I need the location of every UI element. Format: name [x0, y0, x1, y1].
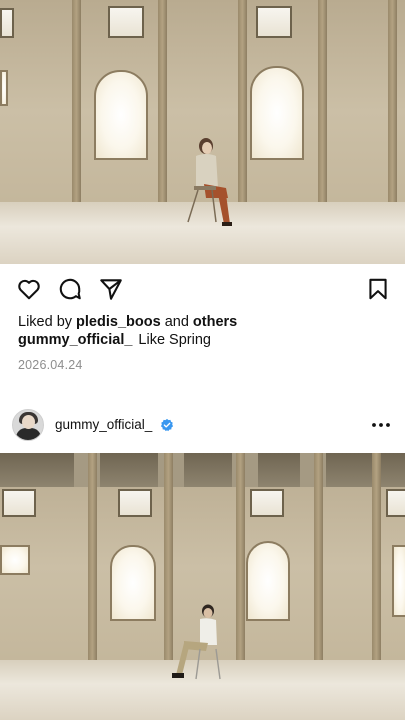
- photo-window: [0, 545, 30, 575]
- post-date: 2026.04.24: [18, 358, 83, 372]
- photo-window: [256, 6, 292, 38]
- photo-window: [0, 8, 14, 38]
- photo-window: [0, 70, 8, 106]
- comment-icon[interactable]: [57, 276, 83, 302]
- photo-pillar: [314, 453, 323, 660]
- photo-window: [118, 489, 152, 517]
- photo-pillar: [72, 0, 81, 202]
- avatar[interactable]: [12, 409, 44, 441]
- photo-window: [250, 66, 304, 160]
- post-photo-bottom[interactable]: [0, 453, 405, 720]
- photo-window: [250, 489, 284, 517]
- photo-window: [246, 541, 290, 621]
- post-caption: gummy_official_ Like Spring: [18, 332, 211, 348]
- post-photo-top[interactable]: [0, 0, 405, 264]
- caption-text: Like Spring: [138, 332, 211, 348]
- photo-ceiling-beam: [0, 453, 405, 487]
- send-icon[interactable]: [98, 276, 124, 302]
- post-action-bar: [0, 264, 405, 312]
- more-options-icon[interactable]: [369, 413, 393, 437]
- liked-and: and: [164, 314, 189, 330]
- seated-person: [172, 604, 221, 680]
- post-header: gummy_official_: [0, 400, 405, 450]
- photo-pillar: [236, 453, 245, 660]
- liked-prefix: Liked by: [18, 314, 73, 330]
- photo-window: [108, 6, 144, 38]
- photo-pillar: [388, 0, 397, 202]
- photo-pillar: [318, 0, 327, 202]
- photo-pillar: [88, 453, 97, 660]
- heart-icon[interactable]: [16, 276, 42, 302]
- photo-window: [110, 545, 156, 621]
- bookmark-icon[interactable]: [365, 276, 391, 302]
- seated-person: [187, 138, 232, 226]
- photo-window: [2, 489, 36, 517]
- verified-badge-icon: [160, 418, 174, 432]
- photo-window: [386, 489, 405, 517]
- photo-pillar: [372, 453, 381, 660]
- photo-window: [392, 545, 405, 617]
- post-username-link[interactable]: gummy_official_: [55, 417, 152, 432]
- caption-username-link[interactable]: gummy_official_: [18, 332, 132, 348]
- likes-summary: Liked by pledis_boos and others: [18, 314, 237, 330]
- photo-window: [94, 70, 148, 160]
- photo-pillar: [158, 0, 167, 202]
- liked-others-link[interactable]: others: [193, 314, 237, 330]
- liked-user-link[interactable]: pledis_boos: [76, 314, 161, 330]
